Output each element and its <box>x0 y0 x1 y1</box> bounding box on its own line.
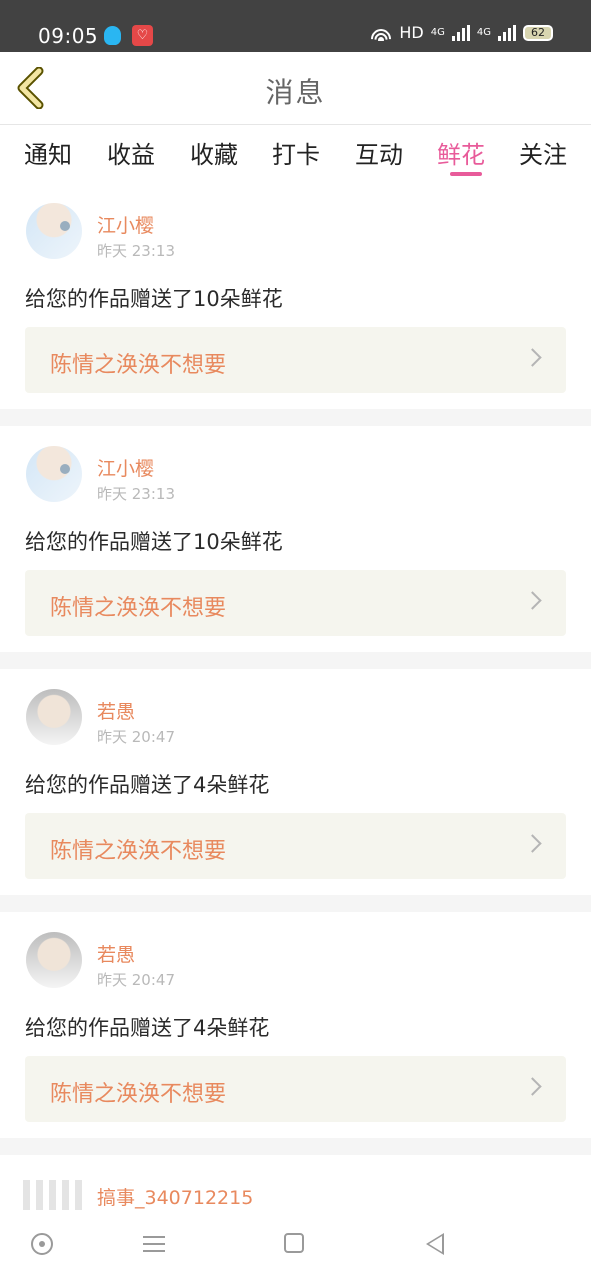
sender-name[interactable]: 搞事_340712215 <box>97 1183 253 1210</box>
message-text: 给您的作品赠送了10朵鲜花 <box>25 530 283 554</box>
recent-apps-icon[interactable] <box>284 1233 304 1253</box>
app-header: 消息 <box>0 52 591 125</box>
tab-notifications[interactable]: 通知 <box>24 135 72 170</box>
message-text: 给您的作品赠送了4朵鲜花 <box>25 773 270 797</box>
status-time: 09:05 <box>38 24 99 48</box>
message-card: 若愚 昨天 20:47 给您的作品赠送了4朵鲜花 陈情之涣涣不想要 <box>0 912 591 1155</box>
back-triangle-icon[interactable] <box>426 1233 444 1255</box>
tab-check-in[interactable]: 打卡 <box>272 135 320 170</box>
battery-icon: 62 <box>523 24 553 41</box>
message-time: 昨天 23:13 <box>97 485 175 503</box>
page-title: 消息 <box>265 76 326 109</box>
qq-icon <box>104 26 121 45</box>
work-link[interactable]: 陈情之涣涣不想要 <box>25 1056 566 1122</box>
message-text: 给您的作品赠送了10朵鲜花 <box>25 287 283 311</box>
app-notification-icon: ♡ <box>132 25 153 46</box>
signal-icon <box>498 24 516 41</box>
work-title: 陈情之涣涣不想要 <box>50 596 227 621</box>
active-tab-indicator <box>450 172 482 176</box>
work-title: 陈情之涣涣不想要 <box>50 839 227 864</box>
menu-icon[interactable] <box>143 1233 165 1255</box>
message-time: 昨天 23:13 <box>97 242 175 260</box>
message-card: 江小樱 昨天 23:13 给您的作品赠送了10朵鲜花 陈情之涣涣不想要 <box>0 426 591 669</box>
chevron-right-icon <box>523 348 542 367</box>
sender-name[interactable]: 江小樱 <box>97 211 154 238</box>
avatar[interactable] <box>26 203 82 259</box>
message-time: 昨天 20:47 <box>97 728 175 746</box>
message-time: 昨天 20:47 <box>97 971 175 989</box>
avatar[interactable] <box>26 446 82 502</box>
sender-name[interactable]: 若愚 <box>97 940 135 967</box>
avatar[interactable] <box>26 932 82 988</box>
tab-earnings[interactable]: 收益 <box>107 135 155 170</box>
hd-indicator: HD <box>399 23 424 42</box>
network-type: 4G <box>476 27 491 38</box>
message-list: 江小樱 昨天 23:13 给您的作品赠送了10朵鲜花 陈情之涣涣不想要 江小樱 … <box>0 183 591 1155</box>
chevron-right-icon <box>523 834 542 853</box>
work-link[interactable]: 陈情之涣涣不想要 <box>25 570 566 636</box>
tab-favorites[interactable]: 收藏 <box>190 135 238 170</box>
tab-interactions[interactable]: 互动 <box>355 135 403 170</box>
avatar[interactable] <box>23 1180 83 1210</box>
message-text: 给您的作品赠送了4朵鲜花 <box>25 1016 270 1040</box>
message-card: 若愚 昨天 20:47 给您的作品赠送了4朵鲜花 陈情之涣涣不想要 <box>0 669 591 912</box>
status-indicators: HD 4G 4G 62 <box>370 23 553 42</box>
tab-flowers[interactable]: 鲜花 <box>437 135 485 176</box>
signal-icon <box>451 24 470 41</box>
work-link[interactable]: 陈情之涣涣不想要 <box>25 327 566 393</box>
message-card: 江小樱 昨天 23:13 给您的作品赠送了10朵鲜花 陈情之涣涣不想要 <box>0 183 591 426</box>
tab-follows[interactable]: 关注 <box>519 135 567 170</box>
work-title: 陈情之涣涣不想要 <box>50 1082 227 1107</box>
avatar[interactable] <box>26 689 82 745</box>
network-type: 4G <box>430 27 445 38</box>
sender-name[interactable]: 江小樱 <box>97 454 154 481</box>
chevron-right-icon <box>523 1077 542 1096</box>
work-title: 陈情之涣涣不想要 <box>50 353 227 378</box>
chevron-right-icon <box>523 591 542 610</box>
message-tabs: 通知 收益 收藏 打卡 互动 鲜花 关注 <box>0 125 591 183</box>
wifi-icon <box>370 24 393 41</box>
home-circle-icon[interactable] <box>31 1233 53 1255</box>
work-link[interactable]: 陈情之涣涣不想要 <box>25 813 566 879</box>
sender-name[interactable]: 若愚 <box>97 697 135 724</box>
status-bar: 09:05 ♡ HD 4G 4G 62 <box>0 0 591 52</box>
system-navigation-bar <box>0 1211 591 1280</box>
tab-flowers-label: 鲜花 <box>437 141 485 169</box>
